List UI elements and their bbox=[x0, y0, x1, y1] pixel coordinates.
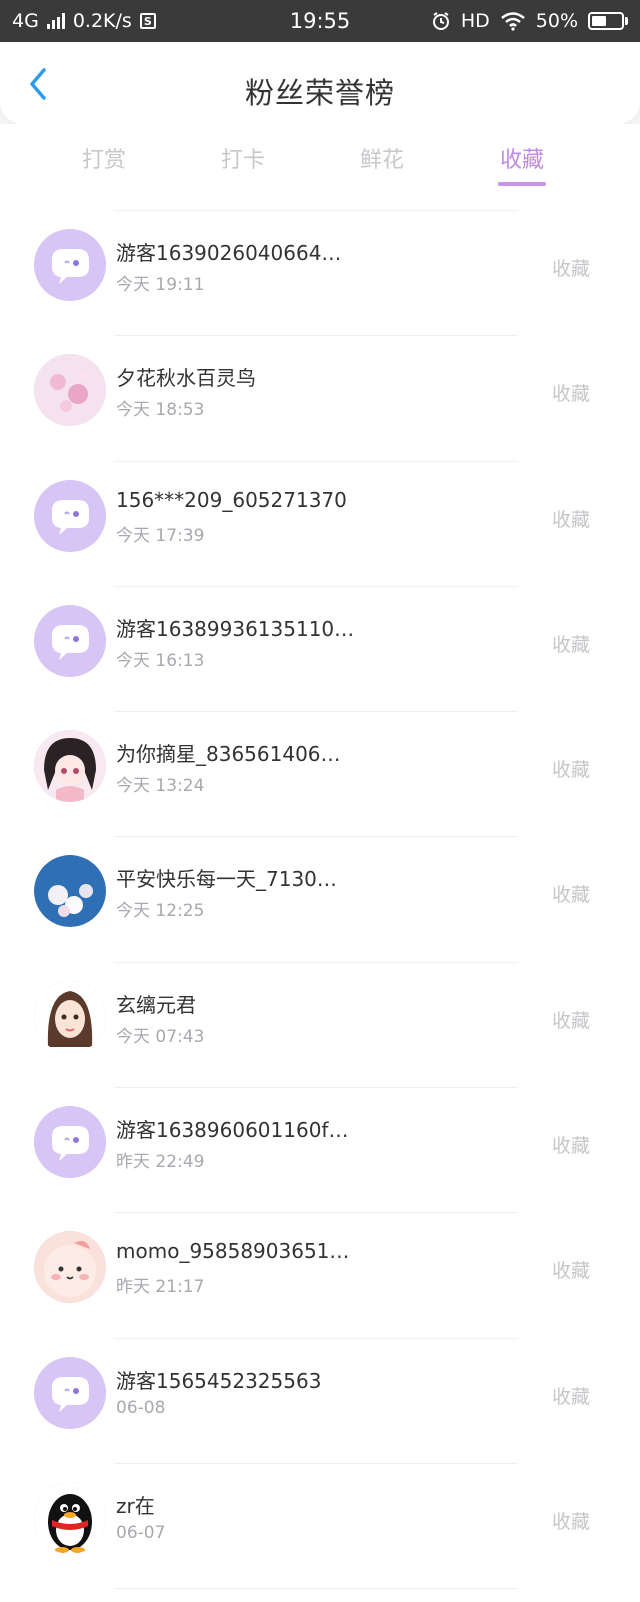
header: 粉丝荣誉榜 bbox=[0, 42, 640, 124]
status-right: HD 50% bbox=[388, 10, 628, 32]
avatar[interactable] bbox=[34, 354, 106, 427]
list-item[interactable]: zr在 06-07 收藏 bbox=[0, 1464, 640, 1590]
avatar[interactable] bbox=[34, 1106, 106, 1179]
avatar[interactable] bbox=[34, 479, 106, 552]
battery-percent: 50% bbox=[535, 10, 578, 32]
default-chat-avatar-icon bbox=[34, 229, 106, 301]
fan-name: 夕花秋水百灵鸟 bbox=[116, 366, 256, 391]
fan-name: zr在 bbox=[116, 1493, 155, 1518]
wifi-icon bbox=[500, 12, 525, 31]
qq-penguin-avatar-icon bbox=[34, 1481, 106, 1554]
network-speed: 0.2K/s bbox=[72, 10, 132, 32]
fan-time: 昨天 21:17 bbox=[116, 1277, 205, 1298]
list-item[interactable]: 夕花秋水百灵鸟今天 18:53 收藏 bbox=[0, 336, 640, 462]
tab-checkin[interactable]: 打卡 bbox=[183, 142, 303, 174]
favorite-label: 收藏 bbox=[551, 1135, 590, 1158]
fan-time: 今天 12:25 bbox=[116, 901, 205, 922]
default-chat-avatar-icon bbox=[34, 604, 106, 677]
default-chat-avatar-icon bbox=[34, 1106, 106, 1179]
pink-chick-avatar-icon bbox=[34, 1231, 106, 1304]
tab-bar: 打赏 打卡 鲜花 收藏 bbox=[0, 124, 640, 210]
fan-name: 游客1565452325563 bbox=[116, 1368, 322, 1393]
default-chat-avatar-icon bbox=[34, 479, 106, 552]
favorite-label: 收藏 bbox=[551, 759, 590, 782]
favorite-label: 收藏 bbox=[551, 884, 590, 907]
fan-time: 06-07 bbox=[116, 1522, 166, 1543]
list-item[interactable]: 平安快乐每一天_7130… 今天 12:25 收藏 bbox=[0, 837, 640, 964]
favorite-label: 收藏 bbox=[551, 1260, 590, 1283]
fan-time: 今天 18:53 bbox=[116, 400, 205, 421]
favorite-label: 收藏 bbox=[551, 508, 590, 531]
fan-time: 今天 13:24 bbox=[116, 776, 205, 797]
fan-time: 今天 17:39 bbox=[116, 525, 205, 546]
favorite-label: 收藏 bbox=[551, 1510, 590, 1533]
battery-icon bbox=[588, 12, 628, 30]
favorite-label: 收藏 bbox=[551, 258, 590, 280]
fan-name: 游客1638960601160f… bbox=[116, 1118, 349, 1143]
fan-name: 游客16389936135110… bbox=[116, 616, 355, 641]
fan-name: 平安快乐每一天_7130… bbox=[116, 867, 337, 892]
tab-flowers[interactable]: 鲜花 bbox=[322, 142, 442, 174]
avatar[interactable] bbox=[34, 980, 106, 1053]
status-left: 4G 0.2K/s S bbox=[12, 10, 252, 32]
sky-blossom-avatar-icon bbox=[34, 855, 106, 928]
list-item[interactable]: 156***209_605271370 今天 17:39 收藏 bbox=[0, 462, 640, 588]
page-title: 粉丝荣誉榜 bbox=[244, 76, 395, 110]
fan-name: 玄缡元君 bbox=[116, 992, 196, 1017]
default-chat-avatar-icon bbox=[34, 1356, 106, 1429]
tab-favorites[interactable]: 收藏 bbox=[462, 142, 582, 174]
fan-name: 游客1639026040664… bbox=[116, 241, 342, 265]
list-item[interactable]: 游客16389936135110… 今天 16:13 收藏 bbox=[0, 587, 640, 713]
s-app-icon: S bbox=[139, 13, 156, 29]
list-item[interactable]: 游客1565452325563 06-08 收藏 bbox=[0, 1339, 640, 1465]
pink-flower-avatar-icon bbox=[34, 354, 106, 427]
avatar[interactable] bbox=[34, 229, 106, 301]
avatar[interactable] bbox=[34, 604, 106, 677]
anime-girl-avatar-icon bbox=[34, 730, 106, 803]
alarm-icon bbox=[432, 12, 449, 30]
tab-reward[interactable]: 打赏 bbox=[44, 142, 164, 174]
list-item[interactable]: 游客1639026040664… 今天 19:11 收藏 bbox=[0, 211, 640, 337]
hd-indicator: HD bbox=[460, 10, 490, 32]
fan-name: 156***209_605271370 bbox=[116, 487, 347, 512]
network-type: 4G bbox=[12, 10, 39, 32]
avatar[interactable] bbox=[34, 855, 106, 928]
status-time: 19:55 bbox=[289, 9, 351, 33]
favorite-label: 收藏 bbox=[551, 383, 590, 406]
fan-name: momo_95858903651… bbox=[116, 1239, 350, 1264]
list-item[interactable]: 游客1638960601160f… 昨天 22:49 收藏 bbox=[0, 1088, 640, 1214]
avatar[interactable] bbox=[34, 730, 106, 803]
fan-time: 昨天 22:49 bbox=[116, 1152, 205, 1173]
favorite-label: 收藏 bbox=[551, 1385, 590, 1408]
list-item[interactable]: 玄缡元君今天 07:43 收藏 bbox=[0, 963, 640, 1089]
avatar[interactable] bbox=[34, 1356, 106, 1429]
favorite-label: 收藏 bbox=[551, 1009, 590, 1032]
status-bar: 4G 0.2K/s S 19:55 HD 50% bbox=[0, 0, 640, 42]
list-item[interactable]: momo_95858903651… 昨天 21:17 收藏 bbox=[0, 1213, 640, 1339]
fan-time: 今天 19:11 bbox=[116, 275, 205, 295]
avatar[interactable] bbox=[34, 1481, 106, 1554]
fan-list: 游客1639026040664… 今天 19:11 收藏 夕花秋水百灵鸟 今天 18:5… bbox=[0, 211, 640, 1590]
signal-icon bbox=[46, 13, 65, 29]
fan-name: 为你摘星_836561406… bbox=[116, 742, 341, 767]
favorite-label: 收藏 bbox=[551, 633, 590, 656]
cartoon-girl-avatar-icon bbox=[34, 980, 106, 1053]
list-item[interactable]: 为你摘星_836561406… 今天 13:24 收藏 bbox=[0, 712, 640, 838]
fan-time: 06-08 bbox=[116, 1397, 166, 1418]
avatar[interactable] bbox=[34, 1231, 106, 1304]
tab-active-indicator bbox=[498, 182, 546, 186]
fan-time: 今天 07:43 bbox=[116, 1026, 205, 1047]
main-content: 打赏 打卡 鲜花 收藏 游客1639026040664… 今天 19:11 收藏 夕花… bbox=[0, 124, 640, 1602]
fan-time: 今天 16:13 bbox=[116, 650, 205, 671]
